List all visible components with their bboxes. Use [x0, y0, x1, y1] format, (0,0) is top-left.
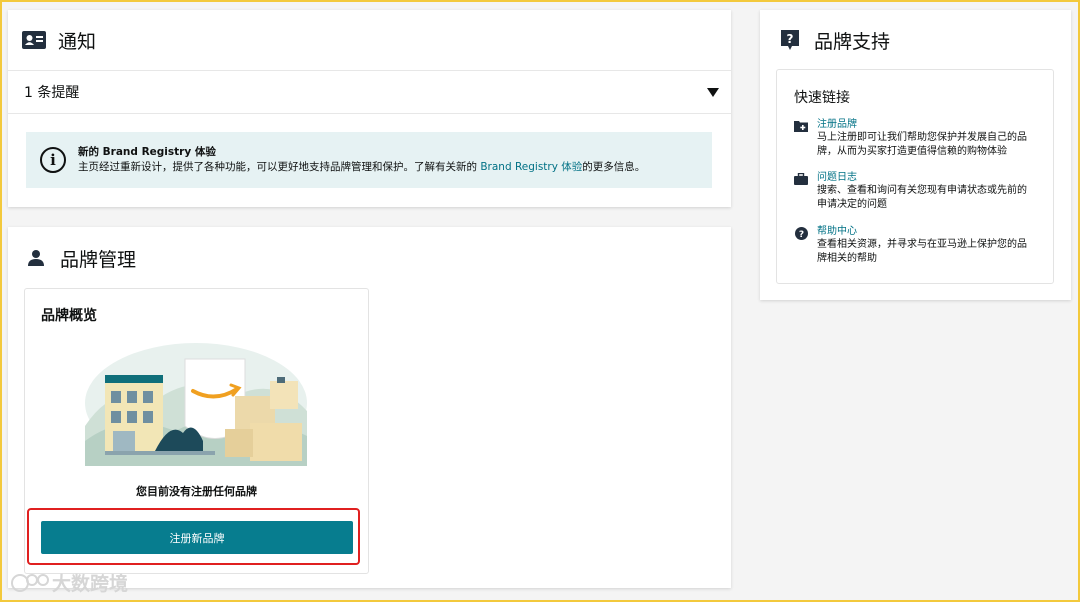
watermark: 大数跨境 [10, 569, 128, 596]
info-icon: i [40, 147, 66, 173]
brand-overview-card: 品牌概览 您目前没有注册任何品牌 注册新品牌 [24, 288, 369, 574]
register-brand-link[interactable]: 注册品牌 [817, 118, 1032, 131]
brand-registry-experience-link[interactable]: Brand Registry 体验 [480, 161, 582, 173]
notice-header: 通知 [8, 10, 731, 70]
brand-overview-title: 品牌概览 [41, 308, 97, 324]
reminder-toggle[interactable]: 1 条提醒 [8, 70, 731, 114]
help-center-link[interactable]: 帮助中心 [817, 225, 1032, 238]
info-body-text-end: 的更多信息。 [582, 161, 646, 173]
register-new-brand-button[interactable]: 注册新品牌 [41, 521, 353, 554]
info-body: 主页经过重新设计，提供了各种功能，可以更好地支持品牌管理和保护。了解有关新的 B… [78, 160, 645, 175]
watermark-logo-icon [11, 573, 49, 592]
watermark-text: 大数跨境 [52, 573, 129, 595]
folder-plus-icon [793, 119, 809, 133]
id-card-icon [22, 28, 46, 52]
no-brands-message: 您目前没有注册任何品牌 [136, 485, 257, 498]
caret-down-icon [707, 87, 719, 97]
issue-log-desc: 搜索、查看和询问有关您现有申请状态或先前的申请决定的问题 [817, 185, 1027, 210]
notice-title: 通知 [58, 30, 97, 53]
help-circle-icon: ? [793, 226, 809, 240]
brand-support-panel: ? 品牌支持 快速链接 注册品牌 马上注册即可让我们帮助您保护并发展自己的品牌，… [760, 10, 1071, 300]
notice-panel: 通知 1 条提醒 i 新的 Brand Registry 体验 主页经过重新设计… [8, 10, 731, 207]
question-square-icon: ? [778, 28, 802, 52]
quick-link-issue-log: 问题日志 搜索、查看和询问有关您现有申请状态或先前的申请决定的问题 [793, 171, 1043, 212]
quick-links-box: 快速链接 注册品牌 马上注册即可让我们帮助您保护并发展自己的品牌，从而为买家打造… [776, 69, 1054, 284]
info-title: 新的 Brand Registry 体验 [78, 146, 216, 158]
register-brand-desc: 马上注册即可让我们帮助您保护并发展自己的品牌，从而为买家打造更值得信赖的购物体验 [817, 132, 1027, 157]
briefcase-icon [793, 172, 809, 186]
reminder-count: 1 条提醒 [24, 85, 80, 101]
person-icon [24, 246, 48, 270]
svg-text:?: ? [798, 230, 803, 240]
quick-link-help-center: ? 帮助中心 查看相关资源，并寻求与在亚马逊上保护您的品牌相关的帮助 [793, 225, 1043, 266]
help-center-desc: 查看相关资源，并寻求与在亚马逊上保护您的品牌相关的帮助 [817, 239, 1027, 264]
quick-link-register-brand: 注册品牌 马上注册即可让我们帮助您保护并发展自己的品牌，从而为买家打造更值得信赖… [793, 118, 1043, 159]
info-alert: i 新的 Brand Registry 体验 主页经过重新设计，提供了各种功能，… [26, 132, 712, 188]
brand-management-title: 品牌管理 [60, 248, 137, 271]
brand-management-header: 品牌管理 [8, 227, 731, 289]
brand-illustration [85, 343, 307, 466]
brand-support-header: ? 品牌支持 [760, 10, 1071, 70]
svg-text:?: ? [787, 32, 794, 46]
brand-support-title: 品牌支持 [814, 30, 891, 53]
issue-log-link[interactable]: 问题日志 [817, 171, 1032, 184]
info-body-text: 主页经过重新设计，提供了各种功能，可以更好地支持品牌管理和保护。了解有关新的 [78, 161, 481, 173]
quick-links-title: 快速链接 [794, 90, 850, 106]
brand-management-panel: 品牌管理 品牌概览 您目前没有注册任何品牌 注册新品牌 [8, 227, 731, 588]
